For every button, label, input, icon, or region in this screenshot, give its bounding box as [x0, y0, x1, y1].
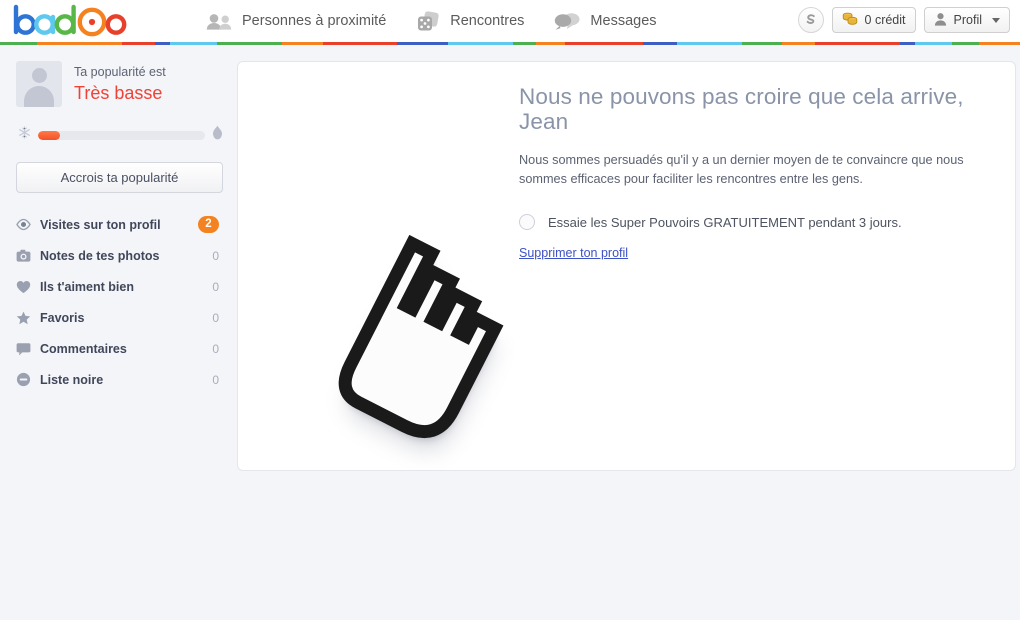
page-title: Nous ne pouvons pas croire que cela arri… — [519, 84, 964, 134]
sidebar: Ta popularité est Très basse Accrois ta … — [0, 45, 237, 620]
popularity-bar — [38, 130, 205, 140]
nav-item-encounters[interactable]: Rencontres — [416, 0, 524, 42]
sidebar-item-count: 0 — [212, 248, 219, 263]
sidebar-item-5[interactable]: Liste noire 0 — [16, 364, 223, 395]
minus-circle-icon — [16, 372, 31, 387]
eye-icon — [16, 217, 31, 232]
dice-icon — [416, 10, 441, 32]
credits-label: 0 crédit — [864, 13, 906, 27]
delete-profile-link[interactable]: Supprimer ton profil — [519, 246, 628, 260]
people-icon — [206, 13, 233, 30]
chat-bubbles-icon — [554, 12, 581, 31]
sidebar-item-count: 0 — [212, 341, 219, 356]
heart-icon — [16, 279, 31, 294]
main-content: Nous ne pouvons pas croire que cela arri… — [237, 45, 1020, 620]
flame-icon — [212, 125, 223, 145]
sidebar-item-3[interactable]: Favoris 0 — [16, 302, 223, 333]
popularity-summary: Ta popularité est Très basse — [16, 61, 223, 107]
panel-text-block: Nous ne pouvons pas croire que cela arri… — [519, 84, 989, 262]
sidebar-item-label: Liste noire — [40, 372, 104, 387]
superpowers-s-icon — [806, 13, 815, 24]
profile-button[interactable]: Profil — [923, 7, 1010, 33]
page-body: Ta popularité est Très basse Accrois ta … — [0, 45, 1020, 620]
nav-item-label: Personnes à proximité — [242, 13, 387, 29]
header-actions: 0 crédit Profil — [797, 7, 1010, 33]
panel-description: Nous sommes persuadés qu'il y a un derni… — [519, 153, 964, 186]
coins-icon — [842, 11, 858, 29]
sidebar-item-label: Ils t'aiment bien — [40, 279, 134, 294]
popularity-label: Ta popularité est — [74, 65, 166, 79]
nav-item-label: Rencontres — [450, 13, 525, 29]
badoo-logo-svg — [13, 4, 127, 37]
popularity-value: Très basse — [74, 83, 163, 103]
superpowers-trial-option[interactable]: Essaie les Super Pouvoirs GRATUITEMENT p… — [519, 214, 989, 230]
camera-icon — [16, 248, 31, 263]
sidebar-item-count: 0 — [212, 310, 219, 325]
nav-item-label: Messages — [590, 13, 657, 29]
sidebar-item-label: Commentaires — [40, 341, 127, 356]
star-icon — [16, 310, 31, 325]
pointing-hand-cursor-icon — [294, 222, 544, 470]
sidebar-item-label: Visites sur ton profil — [40, 217, 161, 232]
sidebar-item-label: Notes de tes photos — [40, 248, 160, 263]
person-icon — [934, 12, 947, 29]
comment-icon — [16, 341, 31, 356]
sidebar-item-count: 0 — [212, 279, 219, 294]
avatar[interactable] — [16, 61, 62, 107]
snowflake-icon — [18, 126, 31, 144]
status-badge: 2 — [198, 216, 219, 233]
app-header: Personnes à proximité Rencontres Message… — [0, 0, 1020, 42]
main-nav: Personnes à proximité Rencontres Message… — [206, 0, 657, 42]
super-powers-button[interactable] — [797, 7, 824, 33]
credits-button[interactable]: 0 crédit — [831, 7, 916, 33]
popularity-bar-row — [16, 125, 223, 145]
badoo-logo[interactable] — [12, 4, 140, 38]
chevron-down-icon — [992, 17, 1000, 23]
boost-popularity-button[interactable]: Accrois ta popularité — [16, 162, 223, 193]
popularity-bar-fill — [38, 130, 60, 140]
content-panel: Nous ne pouvons pas croire que cela arri… — [237, 61, 1016, 471]
sidebar-item-0[interactable]: Visites sur ton profil 2 — [16, 209, 223, 240]
sidebar-item-4[interactable]: Commentaires 0 — [16, 333, 223, 364]
nav-item-messages[interactable]: Messages — [554, 0, 657, 42]
sidebar-item-2[interactable]: Ils t'aiment bien 0 — [16, 271, 223, 302]
sidebar-item-count: 0 — [212, 372, 219, 387]
sidebar-item-1[interactable]: Notes de tes photos 0 — [16, 240, 223, 271]
radio-button[interactable] — [519, 214, 535, 230]
nav-item-people[interactable]: Personnes à proximité — [206, 0, 386, 42]
option-label: Essaie les Super Pouvoirs GRATUITEMENT p… — [548, 214, 902, 230]
sidebar-menu: Visites sur ton profil 2 Notes de tes phot… — [16, 209, 223, 395]
sidebar-item-label: Favoris — [40, 310, 85, 325]
profile-label: Profil — [953, 13, 982, 27]
